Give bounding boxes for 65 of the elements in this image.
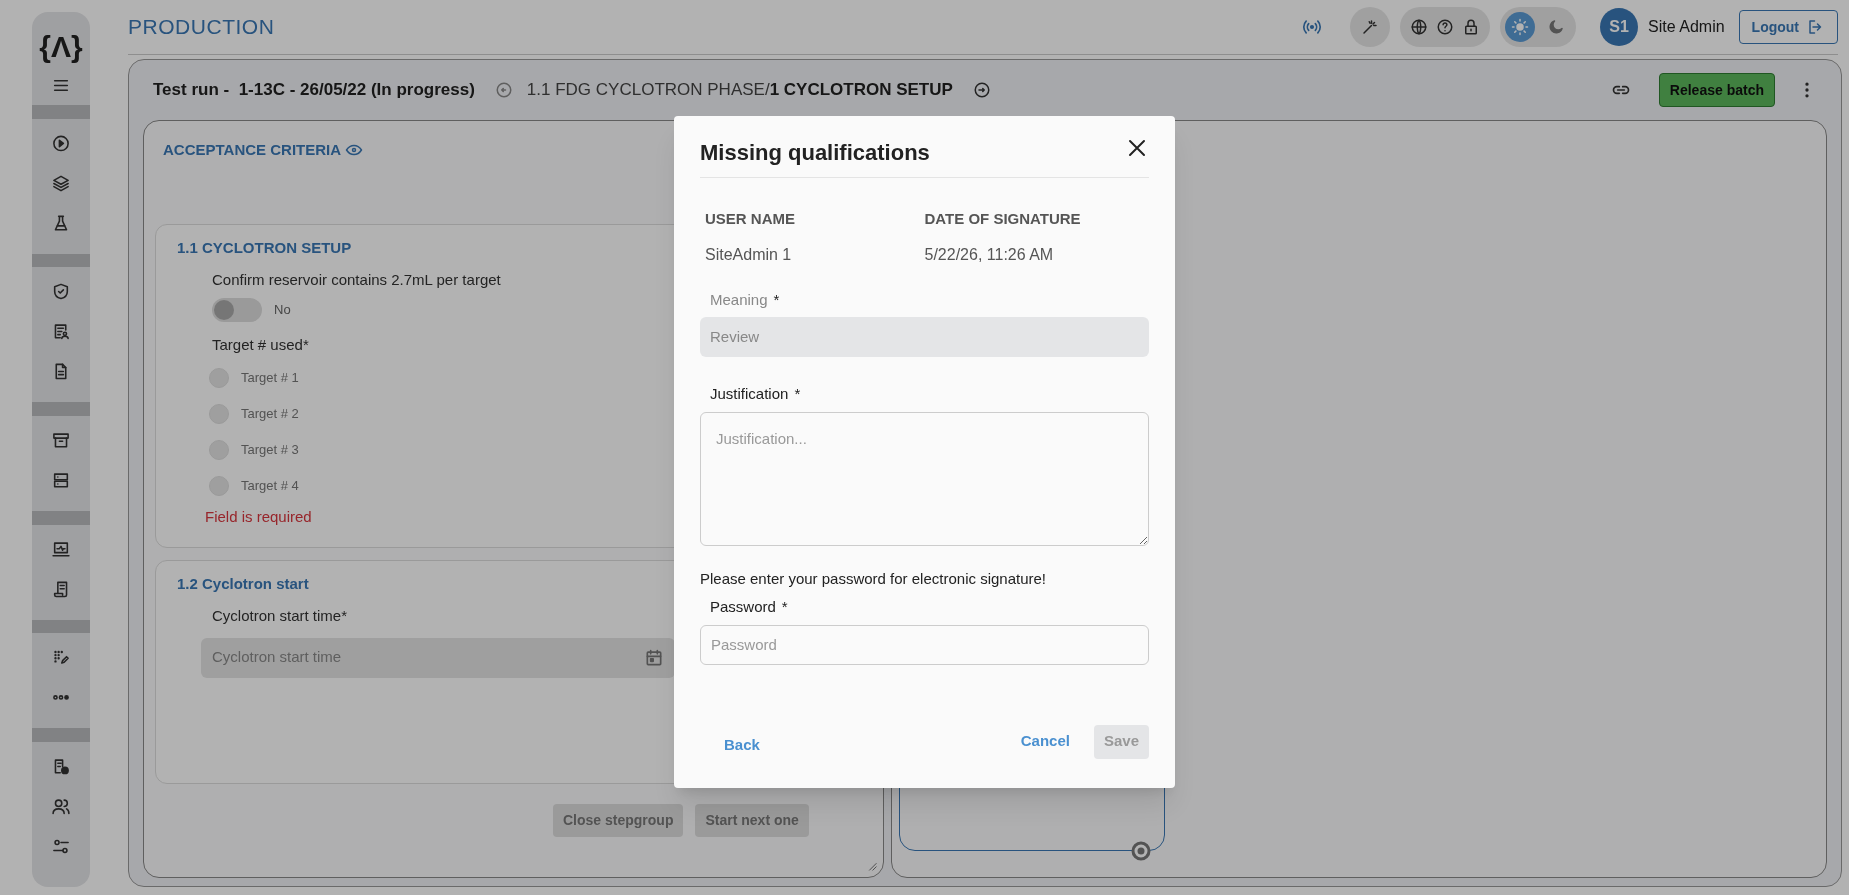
radio-button[interactable] [209, 476, 229, 496]
column-heading: DATE OF SIGNATURE [924, 209, 1082, 229]
broadcast-icon[interactable] [1302, 17, 1323, 37]
column-value: SiteAdmin 1 [705, 244, 793, 265]
signature-note: Please enter your password for electronic signature! [700, 568, 1047, 589]
back-link[interactable]: Back [724, 734, 760, 757]
play-icon[interactable] [50, 133, 72, 153]
toggle-label: No [274, 300, 291, 319]
column-heading: USER NAME [705, 209, 796, 229]
column-value: 5/22/26, 11:26 AM [924, 244, 1055, 265]
sun-icon [1511, 18, 1530, 36]
field-label: Cyclotron start time* [212, 606, 348, 626]
date-placeholder: Cyclotron start time [212, 647, 343, 668]
section-title: ACCEPTANCE CRITERIA [163, 140, 342, 160]
date-field[interactable]: Cyclotron start time [201, 637, 675, 678]
stepgroup-title: 1.2 Cyclotron start [177, 573, 309, 594]
action-button[interactable]: Close stepgroup [553, 803, 684, 837]
app-logo[interactable]: {Λ} [39, 32, 83, 62]
globe-icon[interactable] [1410, 18, 1429, 36]
magic-wand-button[interactable] [1350, 7, 1391, 47]
archive-icon[interactable] [50, 431, 72, 450]
password-field[interactable]: Password [700, 624, 1149, 665]
required-mark: * [781, 597, 788, 617]
radio-button[interactable] [209, 404, 229, 424]
radio-label: Target # 2 [241, 405, 299, 424]
stepgroup-title: 1.1 CYCLOTRON SETUP [177, 237, 352, 258]
user-name: Site Admin [1648, 17, 1725, 37]
radio-label: Target # 1 [241, 369, 299, 388]
field-label: Target # used* [212, 334, 309, 355]
field-label: Justification [710, 384, 789, 404]
page-title: PRODUCTION [128, 14, 275, 41]
radio-button[interactable] [209, 368, 229, 388]
light-theme-button[interactable] [1505, 12, 1536, 42]
release-batch-button[interactable]: Release batch [1658, 73, 1775, 107]
breadcrumb-step: 1 CYCLOTRON SETUP [769, 77, 953, 103]
back-circle-icon[interactable] [494, 81, 513, 99]
action-button[interactable]: Start next one [695, 803, 809, 837]
radio-button[interactable] [209, 440, 229, 460]
field-label: Password [710, 597, 776, 617]
radio-label: Target # 4 [241, 477, 299, 496]
justification-field[interactable]: Justification... [700, 411, 1149, 546]
moon-icon [1547, 18, 1566, 36]
dialog-title: Missing qualifications [700, 139, 930, 167]
user-avatar[interactable]: S1 [1600, 8, 1639, 46]
required-mark: * [794, 384, 801, 404]
cancel-link[interactable]: Cancel [1020, 730, 1070, 753]
toggle-switch[interactable] [212, 297, 262, 322]
magic-wand-icon [1361, 18, 1380, 36]
error-message: Field is required [205, 507, 312, 527]
calendar-icon [644, 647, 664, 668]
field-label: Confirm reservoir contains 2.7mL per target [212, 270, 501, 290]
field-label: Meaning [710, 289, 768, 310]
resize-handle-icon [867, 861, 877, 871]
required-mark: * [773, 289, 780, 310]
monitor-chart-icon[interactable] [50, 539, 72, 559]
breadcrumb-phase[interactable]: 1.1 FDG CYCLOTRON PHASE/ [526, 77, 770, 103]
help-icon[interactable] [1436, 18, 1455, 36]
target-icon[interactable] [1131, 841, 1151, 861]
run-title: Test run - 1-13C - 26/05/22 (In progress) [153, 79, 475, 102]
layers-icon[interactable] [50, 173, 72, 193]
sliders-icon[interactable] [50, 837, 72, 856]
logout-button[interactable]: Logout [1738, 10, 1838, 44]
users-icon[interactable] [50, 797, 72, 816]
forward-circle-icon[interactable] [972, 81, 991, 99]
radio-label: Target # 3 [241, 441, 299, 460]
